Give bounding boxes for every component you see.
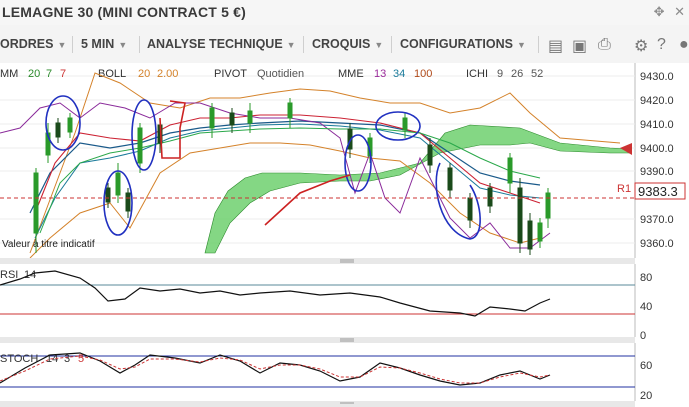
mme-param-2: 34 — [393, 68, 405, 80]
toolbar-divider — [391, 36, 392, 53]
chevron-down-icon: ▼ — [118, 40, 128, 50]
current-price: 9383.3 — [638, 184, 678, 199]
mme-param-3: 100 — [414, 68, 432, 80]
price-tick: 9420.0 — [640, 95, 674, 107]
close-icon[interactable]: ✕ — [674, 4, 685, 19]
stoch-param-2: 3 — [64, 353, 70, 365]
chevron-down-icon: ▼ — [374, 40, 384, 50]
toolbar: ORDRES ▼ 5 MIN ▼ ANALYSE TECHNIQUE ▼ CROQUI… — [0, 25, 689, 64]
pivot-param-1: Quotidien — [257, 68, 304, 80]
user-icon[interactable]: ● — [679, 36, 689, 54]
mme-param-1: 13 — [374, 68, 386, 80]
toolbar-divider — [139, 36, 140, 53]
stoch-label: STOCH — [0, 353, 38, 365]
ichi-param-2: 26 — [511, 68, 523, 80]
price-tick: 9390.0 — [640, 166, 674, 178]
menu-ordres-label: ORDRES — [0, 37, 54, 51]
panel-splitter[interactable] — [0, 401, 635, 407]
r1-label: R1 — [617, 183, 631, 195]
gear-icon[interactable]: ⚙ — [634, 36, 648, 56]
mm-param-1: 20 — [28, 68, 40, 80]
chevron-down-icon: ▼ — [516, 40, 526, 50]
menu-croquis-label: CROQUIS — [312, 37, 371, 51]
chevron-down-icon: ▼ — [57, 40, 67, 50]
boll-param-2: 2.00 — [157, 68, 178, 80]
mm-label: MM — [0, 68, 18, 80]
toolbar-divider — [72, 36, 73, 53]
chevron-down-icon: ▼ — [286, 40, 296, 50]
panel-splitter[interactable] — [0, 258, 635, 264]
menu-interval[interactable]: 5 MIN ▼ — [81, 37, 127, 51]
menu-analyse-technique[interactable]: ANALYSE TECHNIQUE ▼ — [147, 37, 296, 51]
stoch-tick: 20 — [640, 390, 652, 402]
rsi-tick: 80 — [640, 272, 652, 284]
layers-icon[interactable]: ▤ — [548, 36, 563, 56]
rsi-panel — [0, 264, 635, 337]
rsi-tick: 0 — [640, 330, 646, 342]
menu-ordres[interactable]: ORDRES ▼ — [0, 37, 66, 51]
price-tick: 9400.0 — [640, 143, 674, 155]
mm-param-3: 7 — [60, 68, 66, 80]
pivot-label: PIVOT — [214, 68, 247, 80]
mm-param-2: 7 — [46, 68, 52, 80]
boll-param-1: 20 — [138, 68, 150, 80]
stoch-axis: 60 20 — [640, 360, 652, 402]
help-icon[interactable]: ? — [657, 36, 666, 54]
ichi-param-3: 52 — [531, 68, 543, 80]
rsi-axis: 80 40 0 — [640, 272, 652, 342]
menu-croquis[interactable]: CROQUIS ▼ — [312, 37, 383, 51]
price-tick: 9430.0 — [640, 71, 674, 83]
menu-analyse-label: ANALYSE TECHNIQUE — [147, 37, 283, 51]
ichi-param-1: 9 — [497, 68, 503, 80]
mme-label: MME — [338, 68, 364, 80]
title-bar: LEMAGNE 30 (MINI CONTRACT 5 €) ✥ ✕ — [0, 0, 689, 26]
stoch-panel — [0, 343, 635, 401]
price-tick: 9360.0 — [640, 238, 674, 250]
image-icon[interactable]: ▣ — [572, 36, 587, 56]
ichi-label: ICHI — [466, 68, 488, 80]
chart-area[interactable]: MM 20 7 7 BOLL 20 2.00 PIVOT Quotidien M… — [0, 63, 689, 407]
stoch-tick: 60 — [640, 360, 652, 372]
menu-interval-label: 5 MIN — [81, 37, 115, 51]
panel-splitter[interactable] — [0, 337, 635, 343]
menu-configurations-label: CONFIGURATIONS — [400, 37, 513, 51]
menu-configurations[interactable]: CONFIGURATIONS ▼ — [400, 37, 526, 51]
print-icon[interactable]: ⎙ — [598, 36, 611, 54]
price-tick: 9410.0 — [640, 119, 674, 131]
rsi-tick: 40 — [640, 301, 652, 313]
indicative-value-note: Valeur à titre indicatif — [2, 239, 95, 250]
window-title: LEMAGNE 30 (MINI CONTRACT 5 €) — [2, 4, 247, 20]
window-controls: ✥ ✕ — [648, 4, 685, 20]
rsi-label: RSI — [0, 269, 18, 281]
boll-label: BOLL — [98, 68, 126, 80]
move-icon[interactable]: ✥ — [654, 4, 665, 19]
price-tick: 9370.0 — [640, 214, 674, 226]
toolbar-divider — [538, 36, 539, 53]
toolbar-divider — [303, 36, 304, 53]
